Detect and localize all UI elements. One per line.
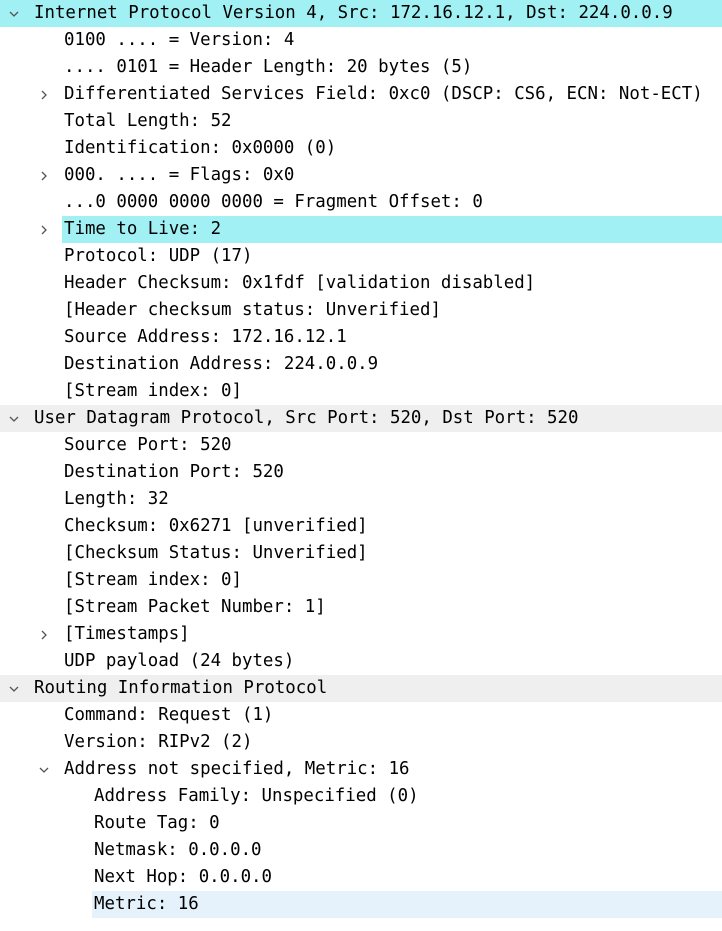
- chevron-right-icon[interactable]: [36, 621, 52, 648]
- chevron-down-icon[interactable]: [6, 405, 22, 432]
- row-label: Destination Port: 520: [64, 462, 284, 482]
- udp-destination-port-row[interactable]: Destination Port: 520: [0, 459, 722, 486]
- rip-metric-row[interactable]: Metric: 16: [0, 891, 722, 918]
- ipv4-protocol-row[interactable]: Protocol: UDP (17): [0, 243, 722, 270]
- rip-next-hop-row[interactable]: Next Hop: 0.0.0.0: [0, 864, 722, 891]
- chevron-down-icon[interactable]: [6, 675, 22, 702]
- row-label: Differentiated Services Field: 0xc0 (DSC…: [64, 84, 703, 104]
- ipv4-flags-row[interactable]: 000. .... = Flags: 0x0: [0, 162, 722, 189]
- udp-payload-row[interactable]: UDP payload (24 bytes): [0, 648, 722, 675]
- row-label: Route Tag: 0: [94, 813, 220, 833]
- row-label: .... 0101 = Header Length: 20 bytes (5): [64, 57, 473, 77]
- row-label: [Timestamps]: [64, 624, 190, 644]
- row-label: ...0 0000 0000 0000 = Fragment Offset: 0: [64, 192, 483, 212]
- udp-checksum-status-row[interactable]: [Checksum Status: Unverified]: [0, 540, 722, 567]
- ipv4-dsfield-row[interactable]: Differentiated Services Field: 0xc0 (DSC…: [0, 81, 722, 108]
- row-label: Length: 32: [64, 489, 169, 509]
- udp-stream-packet-number-row[interactable]: [Stream Packet Number: 1]: [0, 594, 722, 621]
- row-label: [Stream index: 0]: [64, 381, 242, 401]
- chevron-down-icon[interactable]: [6, 0, 22, 27]
- row-label: Protocol: UDP (17): [64, 246, 253, 266]
- udp-stream-index-row[interactable]: [Stream index: 0]: [0, 567, 722, 594]
- row-label: Checksum: 0x6271 [unverified]: [64, 516, 368, 536]
- row-label: Metric: 16: [94, 894, 199, 914]
- row-label: [Checksum Status: Unverified]: [64, 543, 368, 563]
- row-label: Version: RIPv2 (2): [64, 732, 253, 752]
- row-label: Source Address: 172.16.12.1: [64, 327, 347, 347]
- row-label: Total Length: 52: [64, 111, 232, 131]
- row-label: Internet Protocol Version 4, Src: 172.16…: [34, 3, 673, 23]
- row-label: Address Family: Unspecified (0): [94, 786, 419, 806]
- rip-command-row[interactable]: Command: Request (1): [0, 702, 722, 729]
- row-label: Header Checksum: 0x1fdf [validation disa…: [64, 273, 536, 293]
- ipv4-stream-index-row[interactable]: [Stream index: 0]: [0, 378, 722, 405]
- row-label: Destination Address: 224.0.0.9: [64, 354, 379, 374]
- ipv4-header-row[interactable]: Internet Protocol Version 4, Src: 172.16…: [0, 0, 722, 27]
- row-label: Source Port: 520: [64, 435, 232, 455]
- ipv4-checksum-status-row[interactable]: [Header checksum status: Unverified]: [0, 297, 722, 324]
- row-label: 000. .... = Flags: 0x0: [64, 165, 295, 185]
- rip-header-row[interactable]: Routing Information Protocol: [0, 675, 722, 702]
- row-label: User Datagram Protocol, Src Port: 520, D…: [34, 408, 579, 428]
- udp-source-port-row[interactable]: Source Port: 520: [0, 432, 722, 459]
- row-label: Routing Information Protocol: [34, 678, 328, 698]
- chevron-right-icon[interactable]: [36, 81, 52, 108]
- udp-timestamps-row[interactable]: [Timestamps]: [0, 621, 722, 648]
- ipv4-total-length-row[interactable]: Total Length: 52: [0, 108, 722, 135]
- rip-entry-row[interactable]: Address not specified, Metric: 16: [0, 756, 722, 783]
- row-label: UDP payload (24 bytes): [64, 651, 295, 671]
- row-label: 0100 .... = Version: 4: [64, 30, 295, 50]
- ipv4-identification-row[interactable]: Identification: 0x0000 (0): [0, 135, 722, 162]
- udp-header-row[interactable]: User Datagram Protocol, Src Port: 520, D…: [0, 405, 722, 432]
- chevron-right-icon[interactable]: [36, 162, 52, 189]
- rip-route-tag-row[interactable]: Route Tag: 0: [0, 810, 722, 837]
- udp-checksum-row[interactable]: Checksum: 0x6271 [unverified]: [0, 513, 722, 540]
- chevron-right-icon[interactable]: [36, 216, 52, 243]
- row-label: Next Hop: 0.0.0.0: [94, 867, 272, 887]
- row-label: Identification: 0x0000 (0): [64, 138, 337, 158]
- row-label: Address not specified, Metric: 16: [64, 759, 410, 779]
- udp-length-row[interactable]: Length: 32: [0, 486, 722, 513]
- row-label: [Stream index: 0]: [64, 570, 242, 590]
- row-label: Time to Live: 2: [64, 219, 222, 239]
- rip-address-family-row[interactable]: Address Family: Unspecified (0): [0, 783, 722, 810]
- row-label: [Stream Packet Number: 1]: [64, 597, 326, 617]
- rip-version-row[interactable]: Version: RIPv2 (2): [0, 729, 722, 756]
- chevron-down-icon[interactable]: [36, 756, 52, 783]
- ipv4-ttl-row[interactable]: Time to Live: 2: [0, 216, 722, 243]
- ipv4-version-row[interactable]: 0100 .... = Version: 4: [0, 27, 722, 54]
- ipv4-checksum-row[interactable]: Header Checksum: 0x1fdf [validation disa…: [0, 270, 722, 297]
- packet-details-tree: Internet Protocol Version 4, Src: 172.16…: [0, 0, 722, 918]
- row-label: [Header checksum status: Unverified]: [64, 300, 441, 320]
- row-label: Command: Request (1): [64, 705, 274, 725]
- rip-netmask-row[interactable]: Netmask: 0.0.0.0: [0, 837, 722, 864]
- ipv4-destination-address-row[interactable]: Destination Address: 224.0.0.9: [0, 351, 722, 378]
- ipv4-source-address-row[interactable]: Source Address: 172.16.12.1: [0, 324, 722, 351]
- ipv4-fragment-offset-row[interactable]: ...0 0000 0000 0000 = Fragment Offset: 0: [0, 189, 722, 216]
- ipv4-header-length-row[interactable]: .... 0101 = Header Length: 20 bytes (5): [0, 54, 722, 81]
- row-label: Netmask: 0.0.0.0: [94, 840, 262, 860]
